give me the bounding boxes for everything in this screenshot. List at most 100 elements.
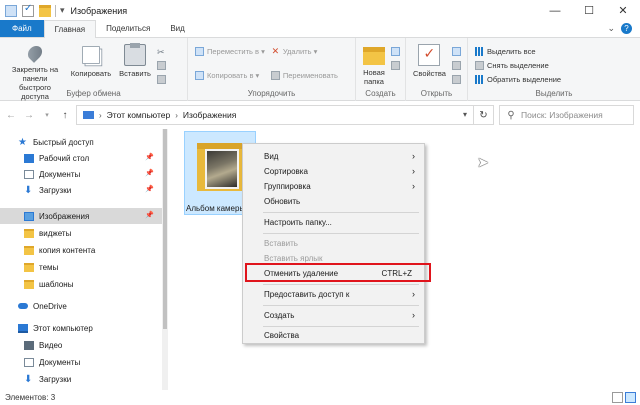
title-bar: ▾ Изображения — ☐ ✕ <box>0 0 640 21</box>
pin-icon[interactable]: 📌 <box>145 169 154 177</box>
help-icon[interactable]: ? <box>621 23 632 34</box>
select-none-button[interactable]: Снять выделение <box>475 59 561 71</box>
pin-icon[interactable]: 📌 <box>145 211 154 219</box>
ribbon-tabs: Файл Главная Поделиться Вид ⌄ ? <box>0 20 640 38</box>
new-item-icon[interactable] <box>391 46 400 56</box>
breadcrumb-this-pc[interactable]: Этот компьютер <box>107 110 171 120</box>
close-button[interactable]: ✕ <box>606 0 640 21</box>
invert-selection-label: Обратить выделение <box>487 74 562 84</box>
details-view-icon[interactable] <box>612 392 623 403</box>
menu-separator <box>263 305 419 306</box>
ribbon: Закрепить на панели быстрого доступа Коп… <box>0 38 640 101</box>
expand-ribbon-chevron-icon[interactable]: ⌄ <box>607 23 615 34</box>
nav-downloads[interactable]: ⬇ Загрузки 📌 <box>0 182 162 198</box>
breadcrumb-pictures[interactable]: Изображения <box>183 110 236 120</box>
folder-icon <box>24 262 34 272</box>
new-folder-quick-icon[interactable] <box>39 4 51 17</box>
invert-selection-button[interactable]: Обратить выделение <box>475 73 561 85</box>
menu-item-label: Вид <box>264 152 279 161</box>
menu-item-refresh[interactable]: Обновить <box>243 194 424 209</box>
copy-path-icon[interactable] <box>157 60 166 70</box>
nav-item-label: OneDrive <box>33 301 67 311</box>
rename-button[interactable]: Переименовать <box>270 69 338 81</box>
documents-icon <box>24 357 34 367</box>
move-to-button[interactable]: Переместить в ▾ <box>195 45 265 57</box>
maximize-button[interactable]: ☐ <box>572 0 606 21</box>
delete-icon: ✕ <box>271 45 280 56</box>
delete-button[interactable]: ✕ Удалить ▾ <box>271 45 338 57</box>
tab-view[interactable]: Вид <box>160 20 194 37</box>
nav-this-pc[interactable]: Этот компьютер <box>0 320 162 336</box>
menu-item-new[interactable]: Создать › <box>243 308 424 323</box>
nav-folder-widgets[interactable]: виджеты <box>0 225 162 241</box>
item-count: Элементов: 3 <box>5 393 56 402</box>
explorer-icon[interactable] <box>5 4 17 17</box>
nav-item-label: Документы <box>39 357 81 367</box>
tab-share[interactable]: Поделиться <box>96 20 160 37</box>
search-icon: ⚲ <box>507 109 515 121</box>
scrollbar-thumb[interactable] <box>163 129 167 329</box>
pin-icon[interactable]: 📌 <box>145 153 154 161</box>
nav-pc-downloads[interactable]: ⬇ Загрузки <box>0 371 162 387</box>
back-arrow-icon[interactable]: ← <box>4 110 18 121</box>
nav-item-label: копия контента <box>39 245 96 255</box>
nav-scrollbar[interactable] <box>162 129 168 390</box>
pictures-icon <box>24 211 34 221</box>
search-box[interactable]: ⚲ Поиск: Изображения <box>499 105 634 125</box>
up-arrow-icon[interactable]: ↑ <box>58 110 72 121</box>
menu-separator <box>263 284 419 285</box>
documents-icon <box>24 169 34 179</box>
menu-item-properties[interactable]: Свойства <box>243 328 424 343</box>
forward-arrow-icon[interactable]: → <box>22 110 36 121</box>
nav-item-label: Документы <box>39 169 81 179</box>
nav-pc-documents[interactable]: Документы <box>0 354 162 370</box>
menu-item-share-with[interactable]: Предоставить доступ к › <box>243 287 424 302</box>
address-bar[interactable]: › Этот компьютер › Изображения ▾ ↻ <box>76 105 494 125</box>
menu-item-sort[interactable]: Сортировка › <box>243 164 424 179</box>
submenu-arrow-icon: › <box>412 289 415 299</box>
cut-icon[interactable]: ✂ <box>157 47 166 57</box>
delete-label: Удалить ▾ <box>282 46 318 56</box>
menu-item-view[interactable]: Вид › <box>243 149 424 164</box>
nav-folder-themes[interactable]: темы <box>0 259 162 275</box>
history-icon[interactable] <box>451 74 461 84</box>
nav-documents[interactable]: Документы 📌 <box>0 166 162 182</box>
nav-desktop[interactable]: Рабочий стол 📌 <box>0 150 162 166</box>
select-all-button[interactable]: Выделить все <box>475 45 561 57</box>
tab-home[interactable]: Главная <box>43 20 97 38</box>
tab-file[interactable]: Файл <box>0 20 44 37</box>
menu-item-customize[interactable]: Настроить папку... <box>243 215 424 230</box>
copy-to-button[interactable]: Копировать в ▾ <box>195 69 265 81</box>
download-icon: ⬇ <box>24 184 33 196</box>
open-icon[interactable] <box>451 46 461 56</box>
folder-icon <box>24 228 34 238</box>
desktop-icon <box>24 153 34 163</box>
group-label-organize: Упорядочить <box>247 89 296 98</box>
recent-locations-chevron-icon[interactable]: ▾ <box>40 111 54 119</box>
nav-folder-templates[interactable]: шаблоны <box>0 276 162 292</box>
breadcrumb-separator: › <box>99 110 102 120</box>
pin-icon[interactable]: 📌 <box>145 185 154 193</box>
group-create: Новая папка Создать <box>356 38 406 101</box>
paste-shortcut-icon[interactable] <box>157 74 166 84</box>
paste-label: Вставить <box>119 69 151 78</box>
nav-folder-content-copy[interactable]: копия контента <box>0 242 162 258</box>
nav-pictures[interactable]: Изображения 📌 <box>0 208 162 224</box>
large-icons-view-icon[interactable] <box>625 392 636 403</box>
nav-videos[interactable]: Видео <box>0 337 162 353</box>
easy-access-icon[interactable] <box>391 60 400 70</box>
address-dropdown-icon[interactable]: ▾ <box>463 110 467 119</box>
divider <box>55 4 56 17</box>
nav-item-label: Быстрый доступ <box>33 137 94 147</box>
menu-item-group[interactable]: Группировка › <box>243 179 424 194</box>
submenu-arrow-icon: › <box>412 151 415 161</box>
quick-access-toolbar-dropdown-icon[interactable]: ▾ <box>60 5 65 16</box>
refresh-icon[interactable]: ↻ <box>473 106 493 124</box>
menu-item-label: Свойства <box>264 331 300 340</box>
edit-icon[interactable] <box>451 60 461 70</box>
properties-quick-icon[interactable] <box>22 3 34 17</box>
minimize-button[interactable]: — <box>538 0 572 21</box>
nav-quick-access[interactable]: ★ Быстрый доступ <box>0 134 162 150</box>
nav-onedrive[interactable]: OneDrive <box>0 298 162 314</box>
menu-item-paste[interactable]: Вставить <box>243 236 424 251</box>
